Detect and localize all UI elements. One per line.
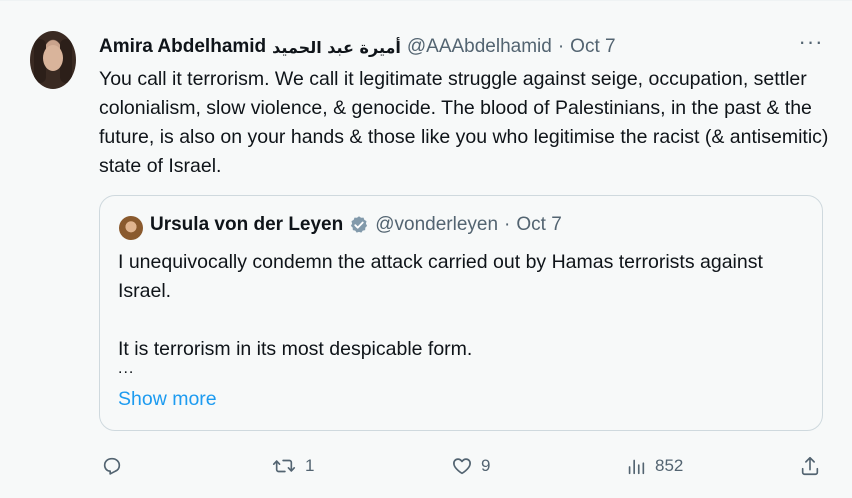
quoted-author-handle: @vonderleyen (375, 214, 499, 235)
views-button[interactable]: 852 (625, 455, 683, 477)
reply-button[interactable] (101, 455, 131, 477)
tweet-header: Amira Abdelhamid أميرة عبد الحميد @AAAbd… (99, 35, 812, 59)
share-icon (801, 456, 819, 476)
reply-icon (103, 457, 121, 475)
quoted-text: I unequivocally condemn the attack carri… (118, 248, 798, 364)
retweet-count: 1 (305, 456, 315, 475)
like-count: 9 (481, 456, 491, 475)
author-handle[interactable]: @AAAbdelhamid (407, 36, 552, 58)
share-button[interactable] (799, 455, 821, 477)
quoted-author-name: Ursula von der Leyen (150, 214, 344, 235)
tweet-date[interactable]: Oct 7 (570, 36, 615, 58)
views-count: 852 (655, 456, 684, 475)
views-icon (628, 459, 645, 475)
heart-icon (453, 458, 471, 475)
tweet-card[interactable]: Amira Abdelhamid أميرة عبد الحميد @AAAbd… (0, 0, 852, 498)
quoted-date: Oct 7 (516, 214, 562, 235)
retweet-button[interactable]: 1 (271, 455, 314, 477)
author-name-arabic[interactable]: أميرة عبد الحميد (272, 38, 401, 57)
quoted-tweet[interactable]: Ursula von der Leyen @vonderleyen · Oct … (99, 195, 823, 431)
show-more-link[interactable]: Show more (118, 388, 217, 411)
tweet-text: You call it terrorism. We call it legiti… (99, 68, 829, 177)
quoted-text-line2: It is terrorism in its most despicable f… (118, 338, 473, 360)
header-separator: · (557, 36, 565, 57)
more-options-icon[interactable]: ··· (796, 31, 826, 57)
quoted-author-avatar (119, 216, 143, 240)
quoted-header: Ursula von der Leyen @vonderleyen · Oct … (150, 214, 562, 236)
author-avatar[interactable] (30, 31, 76, 89)
like-button[interactable]: 9 (451, 455, 490, 477)
action-bar: 1 9 852 (99, 455, 829, 479)
avatar-face (43, 45, 63, 71)
quoted-header-separator: · (504, 214, 511, 235)
retweet-icon (272, 459, 296, 473)
quoted-text-line1: I unequivocally condemn the attack carri… (118, 251, 763, 302)
verified-badge-icon (349, 215, 369, 235)
quoted-ellipsis: ... (118, 360, 135, 377)
author-name[interactable]: Amira Abdelhamid (99, 36, 266, 58)
